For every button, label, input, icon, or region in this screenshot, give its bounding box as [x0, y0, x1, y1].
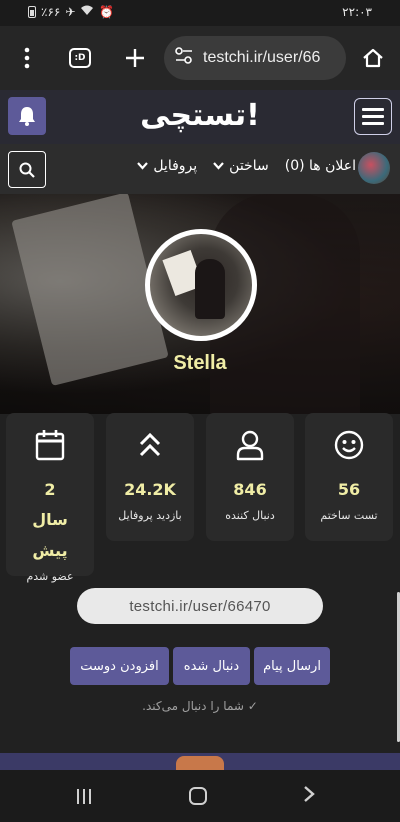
search-button[interactable]: [8, 151, 46, 188]
nav-item-label: پروفایل: [153, 158, 198, 174]
checkmark-icon: ✓: [247, 699, 258, 713]
browser-toolbar: :D testchi.ir/user/66: [0, 26, 400, 90]
tabs-button[interactable]: :D: [66, 44, 94, 72]
site-nav: پروفایل ساختن اعلان ها (0): [0, 144, 400, 194]
status-icons: ٪۶۶ ✈ ⏰: [28, 5, 114, 19]
follows-you-note: ✓ شما را دنبال می‌کند.: [0, 699, 400, 713]
smile-icon: [305, 413, 393, 469]
home-icon[interactable]: [359, 44, 387, 72]
status-time: ۲۲:۰۳: [342, 5, 372, 19]
battery-icon: [28, 6, 36, 18]
avatar[interactable]: [358, 152, 390, 184]
nav-item-label: ساختن: [229, 158, 269, 174]
recent-apps-icon[interactable]: [77, 789, 91, 804]
user-icon: [206, 413, 294, 469]
site-logo[interactable]: تستچی!: [0, 98, 400, 133]
browser-menu-icon[interactable]: [13, 44, 41, 72]
calendar-icon: [6, 413, 94, 469]
nav-item-profile[interactable]: پروفایل: [137, 158, 197, 174]
site-header: تستچی!: [0, 90, 400, 144]
profile-username: Stella: [173, 352, 227, 374]
double-chevron-up-icon: [106, 413, 194, 469]
send-message-button[interactable]: ارسال پیام: [254, 647, 330, 685]
stat-card-followers[interactable]: 846 دنبال کننده: [206, 413, 294, 541]
follows-you-text: شما را دنبال می‌کند.: [142, 699, 244, 713]
home-button-icon[interactable]: [189, 787, 207, 805]
alarm-icon: ⏰: [99, 5, 115, 19]
tabs-count-icon: :D: [69, 48, 91, 68]
chevron-down-icon: [213, 162, 224, 170]
airplane-icon: ✈: [65, 5, 76, 19]
profile-cover: Stella: [0, 194, 400, 414]
stat-card-profile-views[interactable]: 24.2K بازدید پروفایل: [106, 413, 194, 541]
stat-value: 2 سال پیش: [32, 480, 68, 560]
back-icon[interactable]: [303, 784, 315, 808]
add-friend-button[interactable]: افزودن دوست: [70, 647, 169, 685]
site-settings-icon[interactable]: [174, 47, 194, 69]
stat-value: 846: [233, 480, 267, 499]
nav-item-label: اعلان ها (0): [284, 158, 356, 174]
profile-url-chip[interactable]: testchi.ir/user/66470: [77, 588, 323, 624]
stat-label: بازدید پروفایل: [118, 509, 182, 523]
hamburger-line: [362, 115, 384, 118]
followed-button[interactable]: دنبال شده: [173, 647, 250, 685]
profile-picture[interactable]: [145, 229, 257, 341]
mascot-image: [176, 756, 224, 770]
hamburger-menu-button[interactable]: [354, 98, 392, 135]
address-bar[interactable]: testchi.ir/user/66: [164, 36, 346, 80]
stat-label: تست ساختم: [320, 509, 378, 523]
hamburger-line: [362, 122, 384, 125]
stat-card-tests[interactable]: 56 تست ساختم: [305, 413, 393, 541]
wifi-icon: [80, 5, 94, 19]
stat-card-member-since[interactable]: 2 سال پیش عضو شدم: [6, 413, 94, 583]
stat-value: 24.2K: [124, 480, 176, 499]
new-tab-icon[interactable]: [121, 44, 149, 72]
stat-label: دنبال کننده: [225, 509, 275, 523]
stat-value: 56: [337, 480, 361, 499]
battery-percent: ٪۶۶: [41, 5, 61, 19]
system-nav-bar: [0, 770, 400, 822]
nav-item-create[interactable]: ساختن: [213, 158, 269, 174]
nav-item-notifications[interactable]: اعلان ها (0): [285, 158, 356, 174]
address-bar-url: testchi.ir/user/66: [203, 49, 321, 66]
nav-items: پروفایل ساختن اعلان ها (0): [137, 158, 356, 174]
chevron-down-icon: [137, 162, 149, 170]
stat-label: عضو شدم: [26, 570, 74, 584]
status-bar: ٪۶۶ ✈ ⏰ ۲۲:۰۳: [0, 0, 400, 26]
hamburger-line: [362, 108, 384, 111]
search-icon: [19, 162, 35, 178]
